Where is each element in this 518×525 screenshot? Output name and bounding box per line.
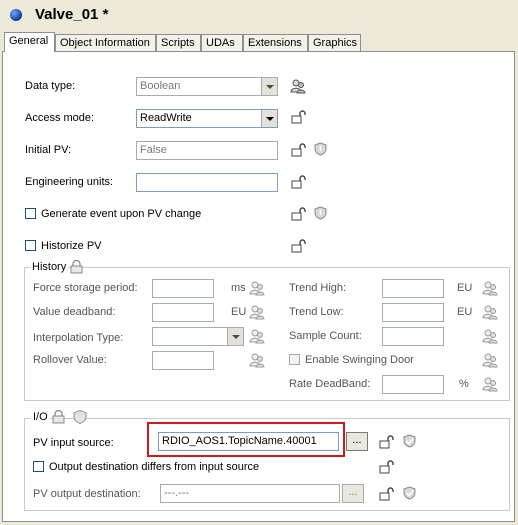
rate-deadband-field[interactable] bbox=[382, 375, 444, 394]
users-icon[interactable] bbox=[482, 352, 498, 368]
users-icon[interactable] bbox=[482, 376, 498, 392]
pv-output-destination-field[interactable]: ---.--- bbox=[160, 484, 340, 503]
pv-output-destination-label: PV output destination: bbox=[33, 488, 141, 500]
historize-pv-label: Historize PV bbox=[41, 240, 102, 252]
users-icon[interactable] bbox=[249, 352, 265, 368]
trend-high-unit: EU bbox=[457, 282, 473, 294]
generate-event-checkbox[interactable] bbox=[25, 208, 36, 219]
users-icon[interactable] bbox=[482, 280, 498, 296]
chevron-down-icon[interactable] bbox=[261, 78, 277, 95]
lock-open-icon[interactable] bbox=[291, 110, 307, 124]
value-deadband-field[interactable] bbox=[152, 303, 214, 322]
users-icon[interactable] bbox=[249, 304, 265, 320]
users-icon[interactable] bbox=[290, 78, 306, 94]
tab-general[interactable]: General bbox=[4, 32, 55, 52]
force-storage-period-unit: ms bbox=[231, 282, 246, 294]
enable-swinging-door-label: Enable Swinging Door bbox=[305, 354, 414, 366]
engineering-units-field[interactable] bbox=[136, 173, 278, 192]
lock-icon bbox=[52, 410, 65, 424]
highlight-annotation bbox=[147, 422, 345, 457]
tab-graphics[interactable]: Graphics bbox=[308, 34, 361, 51]
object-status-icon bbox=[10, 9, 22, 21]
shield-icon[interactable] bbox=[314, 142, 327, 156]
access-mode-label: Access mode: bbox=[25, 112, 95, 124]
lock-open-icon[interactable] bbox=[379, 460, 395, 474]
browse-input-button[interactable]: ... bbox=[346, 432, 368, 451]
shield-check-icon[interactable] bbox=[403, 434, 416, 448]
shield-icon[interactable] bbox=[314, 206, 327, 220]
io-group-title: I/O bbox=[31, 411, 50, 423]
trend-high-field[interactable] bbox=[382, 279, 444, 298]
chevron-down-icon[interactable] bbox=[261, 110, 277, 127]
rate-deadband-label: Rate DeadBand: bbox=[289, 378, 371, 390]
lock-open-icon[interactable] bbox=[291, 143, 307, 157]
interpolation-type-select[interactable] bbox=[152, 327, 244, 346]
engineering-units-label: Engineering units: bbox=[25, 176, 114, 188]
value-deadband-label: Value deadband: bbox=[33, 306, 116, 318]
shield-check-icon[interactable] bbox=[403, 486, 416, 500]
enable-swinging-door-checkbox[interactable] bbox=[289, 354, 300, 365]
users-icon[interactable] bbox=[249, 280, 265, 296]
lock-icon bbox=[70, 260, 83, 274]
lock-open-icon[interactable] bbox=[291, 207, 307, 221]
pv-input-source-label: PV input source: bbox=[33, 437, 114, 449]
sample-count-field[interactable] bbox=[382, 327, 444, 346]
data-type-select[interactable]: Boolean bbox=[136, 77, 278, 96]
tab-extensions[interactable]: Extensions bbox=[243, 34, 308, 51]
lock-open-icon[interactable] bbox=[291, 175, 307, 189]
users-icon[interactable] bbox=[482, 304, 498, 320]
trend-low-unit: EU bbox=[457, 306, 473, 318]
lock-open-icon[interactable] bbox=[379, 487, 395, 501]
data-type-label: Data type: bbox=[25, 80, 76, 92]
sample-count-label: Sample Count: bbox=[289, 330, 362, 342]
shield-icon bbox=[73, 409, 87, 425]
history-group-title: History bbox=[30, 261, 69, 273]
tab-object-information[interactable]: Object Information bbox=[55, 34, 156, 51]
initial-pv-field[interactable]: False bbox=[136, 141, 278, 160]
rollover-value-label: Rollover Value: bbox=[33, 354, 107, 366]
interpolation-type-label: Interpolation Type: bbox=[33, 332, 124, 344]
lock-open-icon[interactable] bbox=[291, 239, 307, 253]
data-type-value: Boolean bbox=[140, 80, 181, 92]
rate-deadband-unit: % bbox=[459, 378, 469, 390]
window-title: Valve_01 * bbox=[35, 6, 109, 23]
access-mode-value: ReadWrite bbox=[140, 112, 192, 124]
rollover-value-field[interactable] bbox=[152, 351, 214, 370]
trend-low-field[interactable] bbox=[382, 303, 444, 322]
force-storage-period-label: Force storage period: bbox=[33, 282, 138, 294]
tab-scripts[interactable]: Scripts bbox=[156, 34, 201, 51]
users-icon[interactable] bbox=[249, 328, 265, 344]
value-deadband-unit: EU bbox=[231, 306, 247, 318]
access-mode-select[interactable]: ReadWrite bbox=[136, 109, 278, 128]
browse-output-button[interactable]: ... bbox=[342, 484, 364, 503]
trend-high-label: Trend High: bbox=[289, 282, 347, 294]
tab-udas[interactable]: UDAs bbox=[201, 34, 243, 51]
initial-pv-label: Initial PV: bbox=[25, 144, 72, 156]
output-differs-checkbox[interactable] bbox=[33, 461, 44, 472]
output-differs-label: Output destination differs from input so… bbox=[49, 461, 260, 473]
generate-event-label: Generate event upon PV change bbox=[41, 208, 202, 220]
users-icon[interactable] bbox=[482, 328, 498, 344]
chevron-down-icon[interactable] bbox=[227, 328, 243, 345]
historize-pv-checkbox[interactable] bbox=[25, 240, 36, 251]
trend-low-label: Trend Low: bbox=[289, 306, 344, 318]
lock-open-icon[interactable] bbox=[379, 435, 395, 449]
force-storage-period-field[interactable] bbox=[152, 279, 214, 298]
